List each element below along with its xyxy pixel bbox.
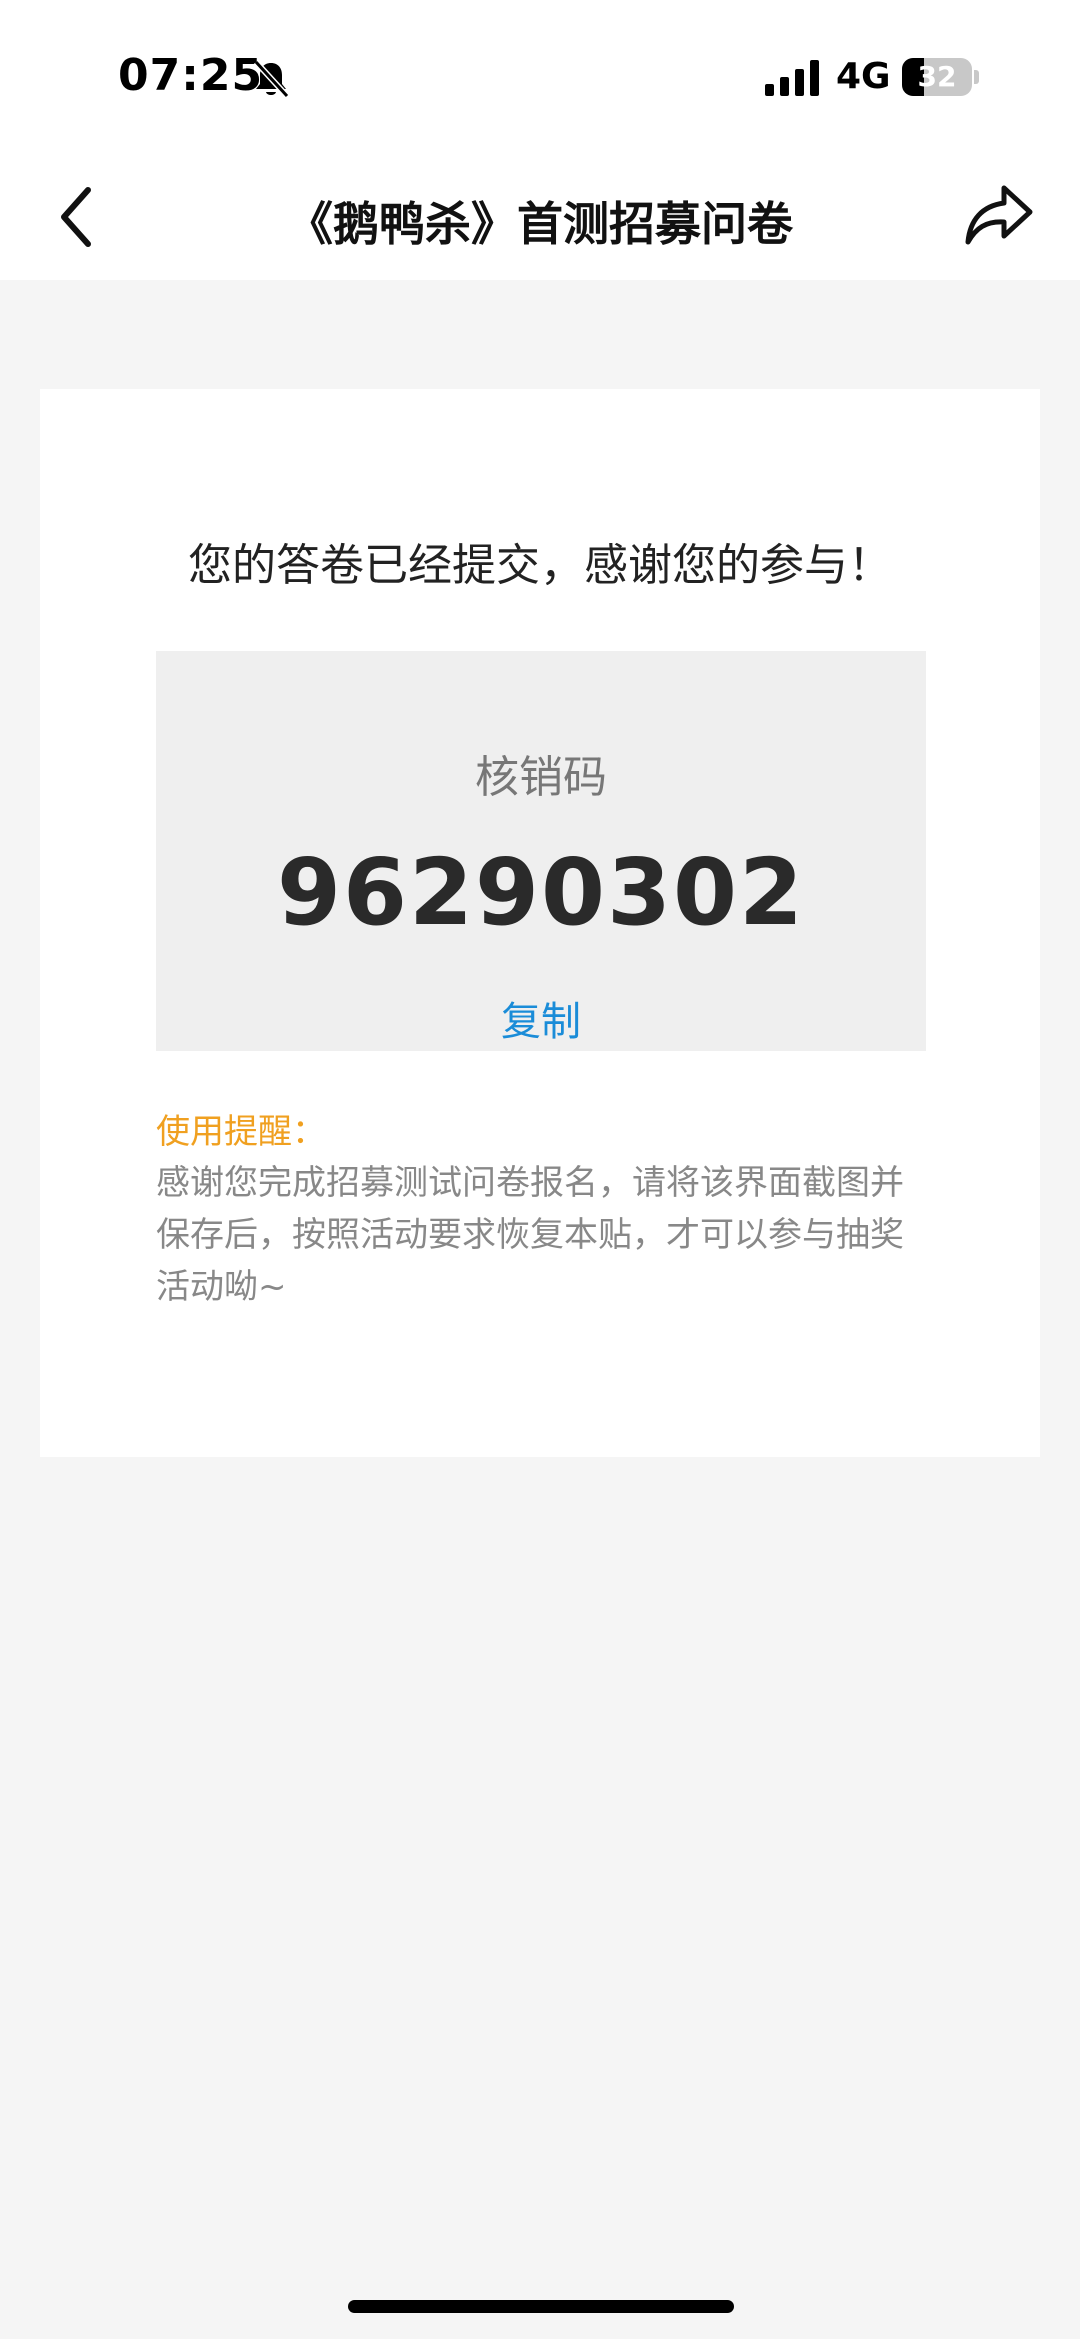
verification-code-value: 96290302 [276,839,806,946]
share-arrow-icon[interactable] [960,176,1036,252]
submission-success-message: 您的答卷已经提交，感谢您的参与！ [188,540,892,591]
network-type: 4G [836,56,891,97]
battery-tip [974,70,979,84]
navigation-bar: 《鹅鸭杀》首测招募问卷 [0,160,1080,280]
copy-button[interactable]: 复制 [441,989,641,1049]
status-bar: 07:25 4G 32 [0,0,1080,160]
battery-body: 32 [902,58,972,96]
verification-code-box: 核销码 96290302 复制 [156,651,926,1051]
reminder-text: 感谢您完成招募测试问卷报名，请将该界面截图并保存后，按照活动要求恢复本贴，才可以… [156,1163,904,1307]
battery-level: 32 [917,60,957,93]
cellular-signal-icon [765,60,819,96]
battery-indicator: 32 [902,58,972,96]
status-time: 07:25 [118,50,264,101]
verification-code-label: 核销码 [475,752,607,803]
page-title: 《鹅鸭杀》首测招募问卷 [287,197,793,251]
result-card: 您的答卷已经提交，感谢您的参与！ 核销码 96290302 复制 使用提醒： 感… [40,389,1040,1457]
reminder-title: 使用提醒： [156,1112,326,1152]
home-indicator[interactable] [348,2300,734,2313]
bell-muted-icon [253,59,290,99]
